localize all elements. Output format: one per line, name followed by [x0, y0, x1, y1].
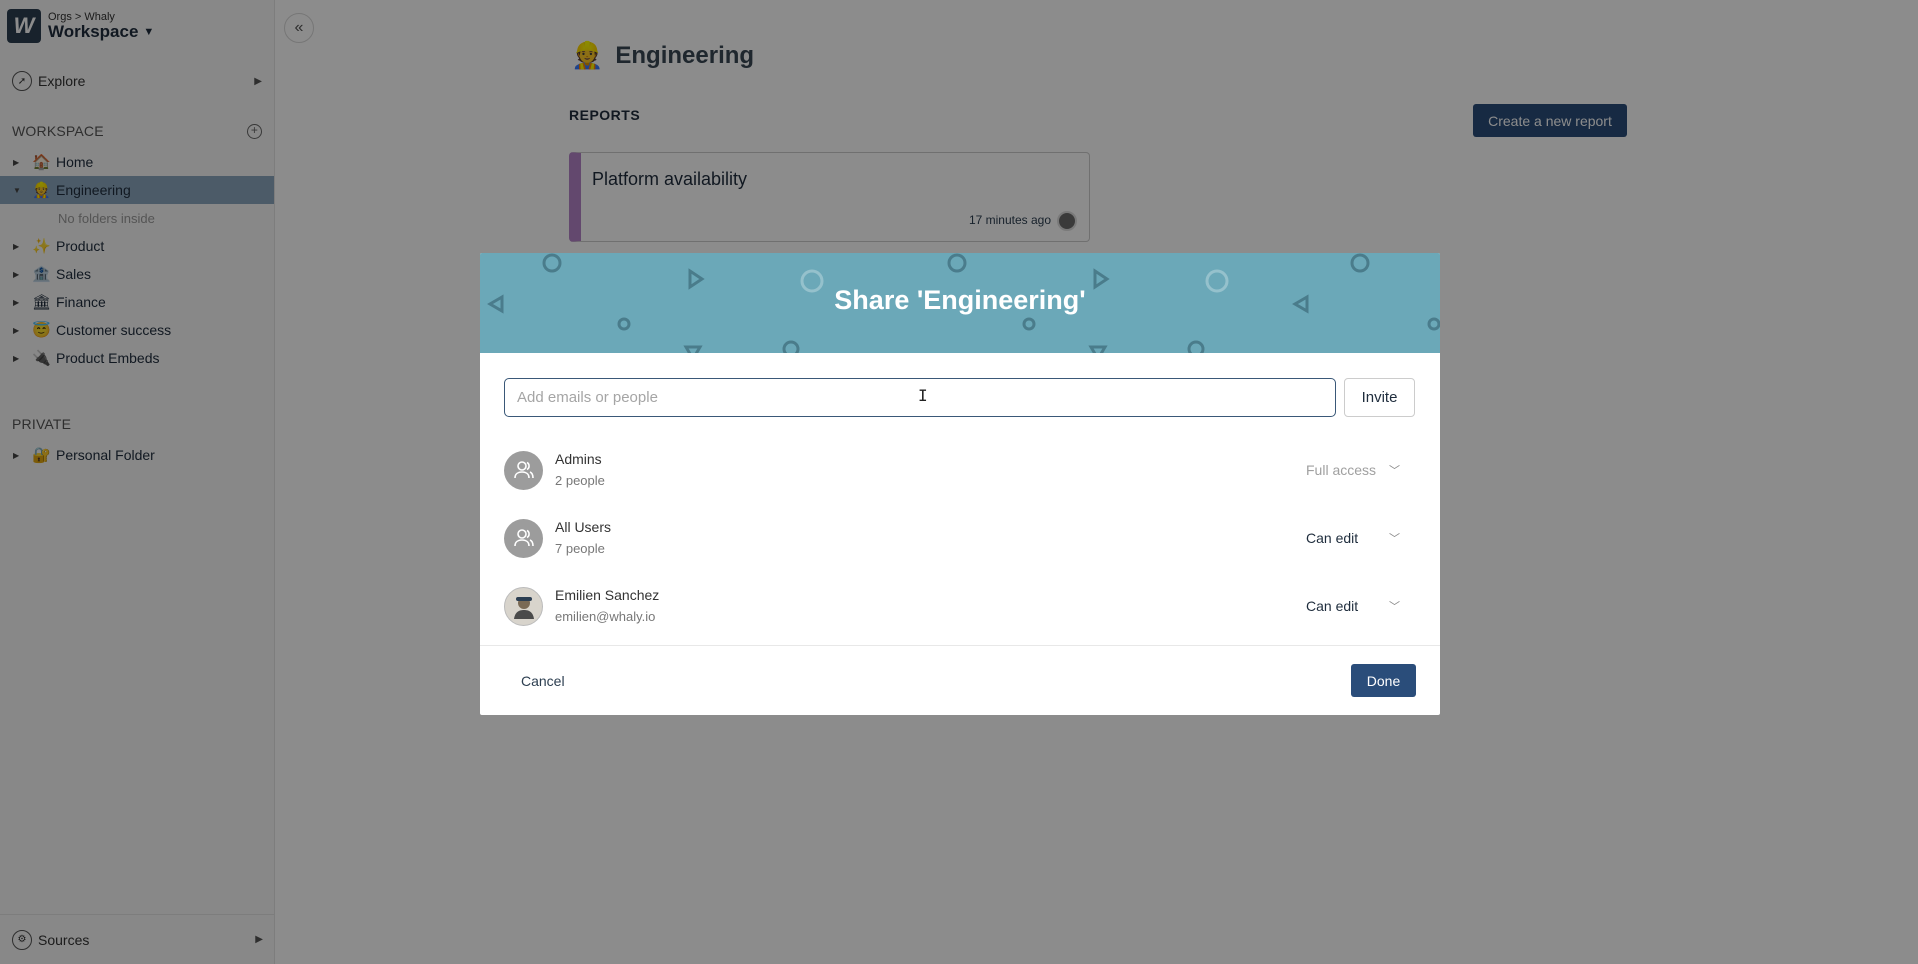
permission-value: Can edit	[1306, 598, 1359, 614]
permission-select[interactable]: Can edit ﹀	[1306, 530, 1416, 546]
member-sub: 7 people	[555, 540, 605, 556]
permission-value: Can edit	[1306, 530, 1359, 546]
member-sub: emilien@whaly.io	[555, 608, 656, 624]
member-name: Emilien Sanchez	[555, 587, 660, 604]
member-sub: 2 people	[555, 472, 605, 488]
permission-value: Full access	[1306, 462, 1377, 478]
share-modal: Share 'Engineering' Invite Admins 2 peop…	[480, 253, 1440, 715]
modal-footer: Cancel Done	[480, 645, 1440, 715]
permission-select: Full access ﹀	[1306, 462, 1416, 478]
list-item: All Users 7 people Can edit ﹀	[504, 504, 1416, 572]
chevron-down-icon: ﹀	[1389, 465, 1400, 477]
avatar	[504, 586, 543, 626]
permission-select[interactable]: Can edit ﹀	[1306, 598, 1416, 614]
chevron-down-icon: ﹀	[1389, 533, 1400, 545]
done-button[interactable]: Done	[1351, 664, 1416, 697]
group-icon	[504, 518, 543, 558]
group-icon	[504, 450, 543, 490]
modal-header: Share 'Engineering'	[480, 253, 1440, 353]
text-cursor-icon: I	[918, 386, 928, 405]
list-item: Admins 2 people Full access ﹀	[504, 436, 1416, 504]
modal-title: Share 'Engineering'	[834, 285, 1086, 315]
list-item: Emilien Sanchez emilien@whaly.io Can edi…	[504, 572, 1416, 640]
member-name: Admins	[555, 451, 602, 468]
invite-row: Invite	[504, 378, 1415, 417]
member-name: All Users	[555, 519, 612, 536]
chevron-down-icon: ﹀	[1389, 601, 1400, 613]
cancel-button[interactable]: Cancel	[504, 673, 582, 689]
members-list: Admins 2 people Full access ﹀ All Users …	[504, 436, 1416, 640]
invite-button[interactable]: Invite	[1344, 378, 1415, 417]
